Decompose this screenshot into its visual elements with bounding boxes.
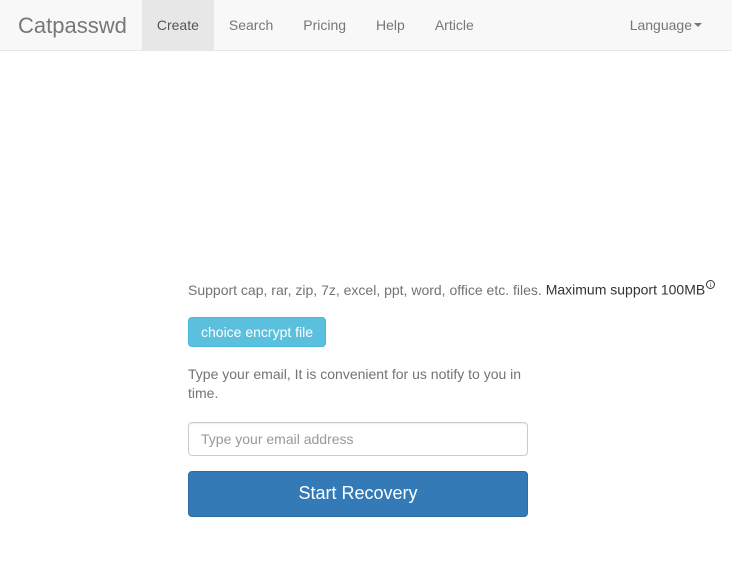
main-content: Support cap, rar, zip, 7z, excel, ppt, w… <box>188 51 728 517</box>
choice-file-button[interactable]: choice encrypt file <box>188 317 326 347</box>
email-instruction: Type your email, It is convenient for us… <box>188 365 528 404</box>
nav-pricing[interactable]: Pricing <box>288 0 361 50</box>
nav-article[interactable]: Article <box>420 0 489 50</box>
start-recovery-button[interactable]: Start Recovery <box>188 471 528 517</box>
max-support-text: Maximum support 100MBi <box>546 281 716 298</box>
support-text: Support cap, rar, zip, 7z, excel, ppt, w… <box>188 282 542 298</box>
nav-right: Language <box>615 0 717 50</box>
nav-links: Create Search Pricing Help Article <box>142 0 489 50</box>
language-dropdown[interactable]: Language <box>615 0 717 50</box>
nav-help[interactable]: Help <box>361 0 420 50</box>
nav-create[interactable]: Create <box>142 0 214 50</box>
navbar: Catpasswd Create Search Pricing Help Art… <box>0 0 732 51</box>
nav-search[interactable]: Search <box>214 0 288 50</box>
language-label: Language <box>630 17 692 33</box>
chevron-down-icon <box>694 23 702 27</box>
info-icon[interactable]: i <box>706 279 715 289</box>
email-input[interactable] <box>188 422 528 456</box>
brand-logo[interactable]: Catpasswd <box>0 0 142 50</box>
